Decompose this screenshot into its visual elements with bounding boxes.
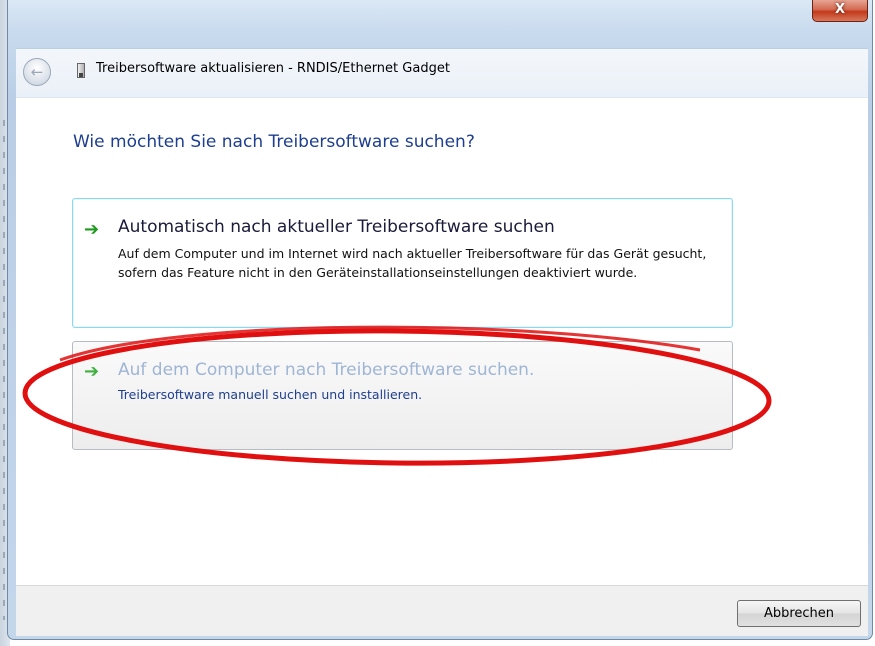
- close-button[interactable]: X: [812, 0, 868, 22]
- option-description: Auf dem Computer und im Internet wird na…: [118, 246, 707, 280]
- green-arrow-icon: ➔: [84, 361, 100, 382]
- option-title: Auf dem Computer nach Treibersoftware su…: [118, 360, 535, 380]
- close-icon: X: [834, 2, 846, 17]
- back-arrow-icon: ←: [30, 63, 44, 81]
- option-description: Treibersoftware manuell suchen und insta…: [118, 387, 423, 402]
- window-title: Treibersoftware aktualisieren - RNDIS/Et…: [96, 61, 450, 76]
- cancel-button[interactable]: Abbrechen: [737, 600, 861, 627]
- usb-device-icon: [77, 63, 85, 78]
- page-heading: Wie möchten Sie nach Treibersoftware suc…: [73, 132, 475, 152]
- green-arrow-icon: ➔: [84, 219, 100, 240]
- back-button[interactable]: ←: [23, 58, 51, 86]
- option-title: Automatisch nach aktueller Treibersoftwa…: [118, 217, 555, 237]
